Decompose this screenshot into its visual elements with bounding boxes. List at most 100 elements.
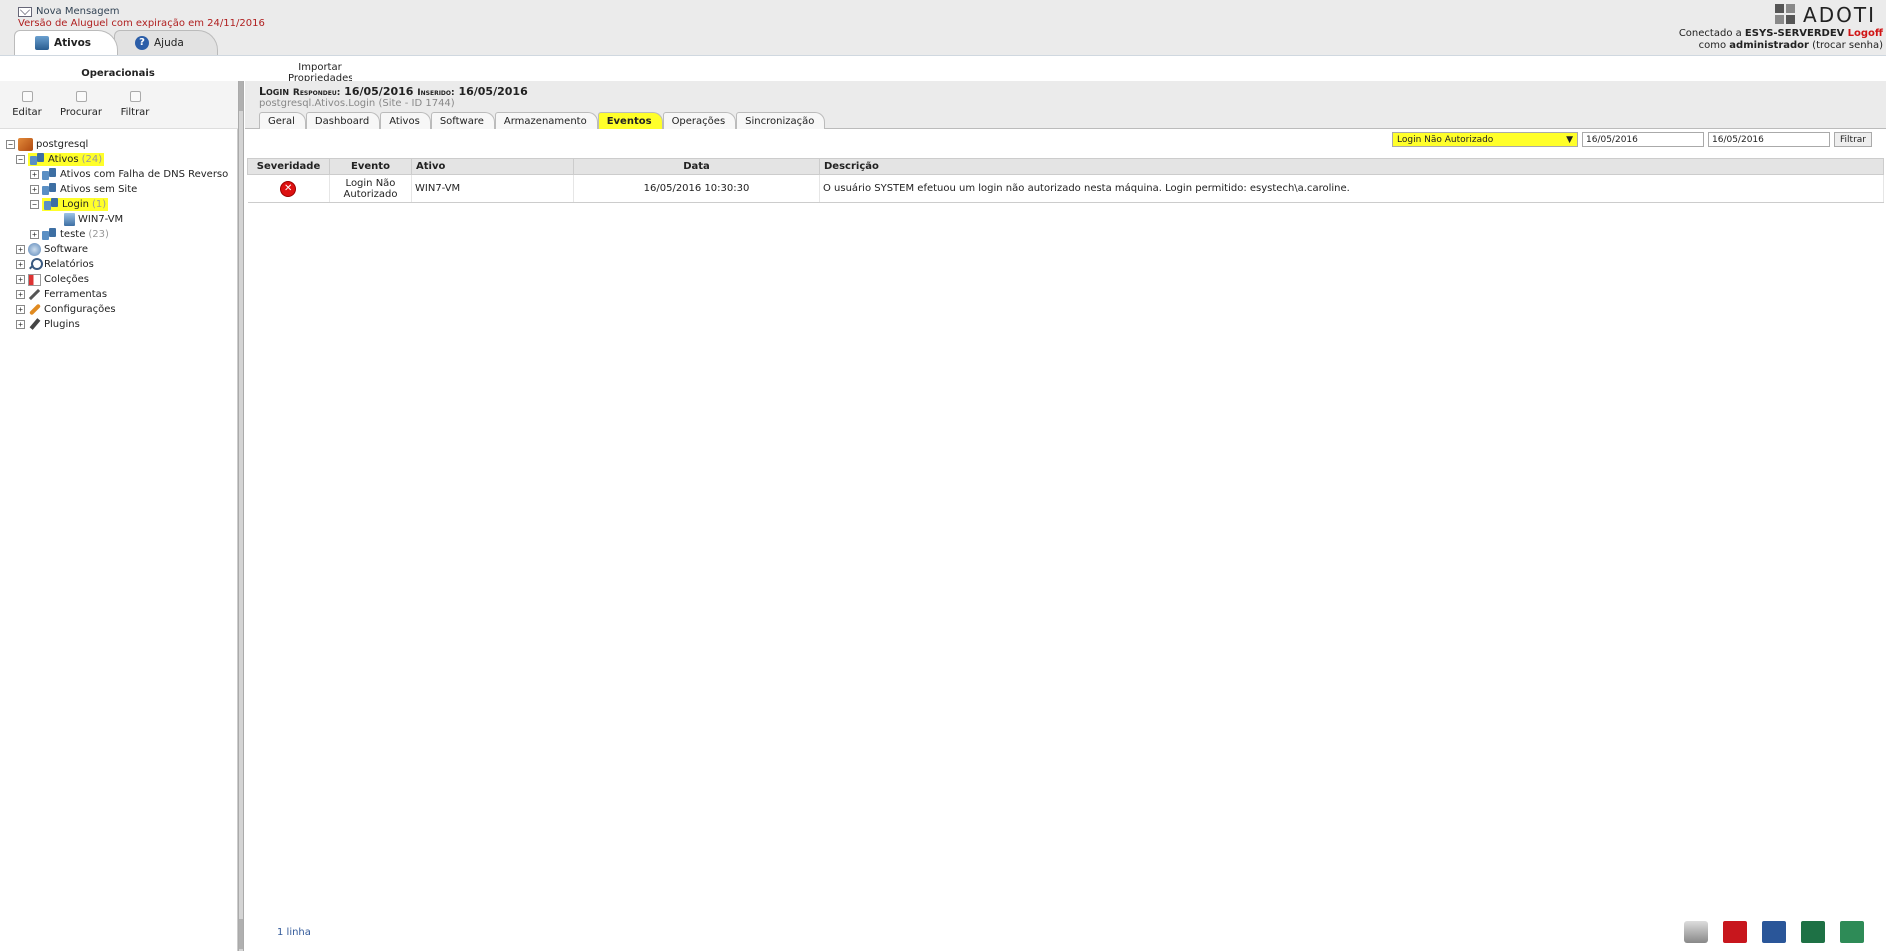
edit-button[interactable]: Editar (0, 81, 54, 128)
expand-icon[interactable]: + (16, 290, 25, 299)
tree-node-colecoes[interactable]: + Coleções (16, 272, 89, 287)
computer-icon (64, 213, 75, 226)
row-count: 1 linha (277, 927, 311, 938)
sidebar: Editar Procurar Filtrar − postgresql − A… (0, 81, 238, 951)
word-icon[interactable] (1762, 921, 1786, 943)
expand-icon[interactable]: + (16, 260, 25, 269)
edit-label: Editar (12, 107, 42, 118)
network-icon (35, 36, 49, 50)
main-panel: Login Respondeu: 16/05/2016 Inserido: 16… (245, 81, 1886, 951)
logoff-link[interactable]: Logoff (1848, 28, 1883, 39)
table-header-row: Severidade Evento Ativo Data Descrição (247, 158, 1884, 175)
col-data[interactable]: Data (573, 158, 820, 175)
tree-node-relatorios[interactable]: + Relatórios (16, 257, 94, 272)
connection-info: Conectado a ESYS-SERVERDEV Logoff (1679, 28, 1883, 39)
tab-sincronizacao[interactable]: Sincronização (736, 112, 826, 129)
page-subtitle: postgresql.Ativos.Login (Site - ID 1744) (259, 98, 455, 109)
tree-label: postgresql (36, 139, 89, 150)
tree-node-configuracoes[interactable]: + Configurações (16, 302, 116, 317)
new-message-link[interactable]: Nova Mensagem (18, 6, 120, 17)
tree-node-nosite[interactable]: + Ativos sem Site (30, 182, 137, 197)
expand-icon[interactable]: + (16, 275, 25, 284)
network-icon (42, 228, 57, 241)
tree-node-dns[interactable]: + Ativos com Falha de DNS Reverso (30, 167, 228, 182)
magnifier-icon (28, 258, 43, 271)
tree-highlight: Login (1) (42, 198, 109, 211)
pdf-icon[interactable] (1723, 921, 1747, 943)
severity-cell: ✕ (247, 174, 330, 203)
table-row[interactable]: ✕ Login Não Autorizado WIN7-VM 16/05/201… (247, 174, 1884, 203)
network-icon (42, 168, 57, 181)
page-title: Login Respondeu: 16/05/2016 Inserido: 16… (259, 85, 528, 98)
tree-label: Login (62, 199, 89, 210)
tab-ativos[interactable]: Ativos (380, 112, 431, 129)
network-icon (42, 183, 57, 196)
expand-icon[interactable]: + (30, 230, 39, 239)
expand-icon[interactable]: + (30, 185, 39, 194)
expand-icon[interactable]: + (30, 170, 39, 179)
excel-icon[interactable] (1801, 921, 1825, 943)
collapse-icon[interactable]: − (6, 140, 15, 149)
tree-node-login[interactable]: − Login (1) (30, 197, 109, 212)
panel-splitter[interactable] (238, 81, 244, 951)
expand-icon[interactable]: + (16, 305, 25, 314)
main-header: Login Respondeu: 16/05/2016 Inserido: 16… (245, 81, 1886, 129)
date-from-input[interactable]: 16/05/2016 (1582, 132, 1704, 147)
search-button[interactable]: Procurar (54, 81, 108, 128)
tree-label: Plugins (44, 319, 80, 330)
tree-count: (23) (88, 229, 109, 240)
col-evento[interactable]: Evento (329, 158, 412, 175)
tab-geral[interactable]: Geral (259, 112, 306, 129)
tools-icon (28, 288, 41, 301)
tab-operacoes[interactable]: Operações (662, 112, 737, 129)
tree-count: (24) (81, 154, 103, 165)
tree-node-software[interactable]: + Software (16, 242, 88, 257)
tree-label: teste (60, 229, 86, 240)
collapse-icon[interactable]: − (30, 200, 39, 209)
event-type-select[interactable]: Login Não Autorizado ▼ (1392, 132, 1578, 147)
tab-ajuda[interactable]: ? Ajuda (114, 30, 218, 55)
title-text: Login (259, 85, 290, 98)
software-icon (28, 243, 41, 256)
tree-node-ferramentas[interactable]: + Ferramentas (16, 287, 107, 302)
tree-label: Ativos (48, 154, 79, 165)
tree-label: Relatórios (44, 259, 94, 270)
col-severidade[interactable]: Severidade (247, 158, 330, 175)
import-properties-button[interactable]: Importar Propriedades (288, 62, 352, 82)
filter-submit-button[interactable]: Filtrar (1834, 132, 1872, 147)
tree-node-postgresql[interactable]: − postgresql (6, 137, 88, 152)
description-cell: O usuário SYSTEM efetuou um login não au… (819, 174, 1884, 203)
tab-dashboard[interactable]: Dashboard (305, 112, 381, 129)
filter-button[interactable]: Filtrar (108, 81, 162, 128)
date-cell: 16/05/2016 10:30:30 (573, 174, 820, 203)
tree-node-win7[interactable]: WIN7-VM (64, 212, 123, 227)
splitter-grip[interactable] (239, 919, 243, 949)
date-to-input[interactable]: 16/05/2016 (1708, 132, 1830, 147)
expand-icon[interactable]: + (16, 320, 25, 329)
col-descricao[interactable]: Descrição (819, 158, 1884, 175)
tab-armazenamento[interactable]: Armazenamento (494, 112, 598, 129)
tree-node-plugins[interactable]: + Plugins (16, 317, 80, 332)
plugin-icon (28, 318, 41, 331)
wrench-icon (28, 303, 41, 316)
tree-label: Ativos sem Site (60, 184, 138, 195)
as-prefix: como (1698, 40, 1730, 51)
collapse-icon[interactable]: − (16, 155, 25, 164)
change-password-link[interactable]: (trocar senha) (1812, 40, 1883, 51)
logo-mark-icon (1775, 4, 1797, 26)
tree-node-ativos[interactable]: − Ativos (24) (16, 152, 105, 167)
responded-label: Respondeu: (292, 88, 341, 98)
tree-highlight: Ativos (24) (28, 153, 105, 166)
tree-node-teste[interactable]: + teste (23) (30, 227, 109, 242)
csv-icon[interactable] (1840, 921, 1864, 943)
tab-software[interactable]: Software (430, 112, 495, 129)
database-icon (18, 138, 33, 151)
tab-ativos[interactable]: Ativos (14, 30, 118, 55)
expand-icon[interactable]: + (16, 245, 25, 254)
connected-prefix: Conectado a (1678, 28, 1745, 39)
tree-label: Software (44, 244, 89, 255)
printer-icon[interactable] (1684, 921, 1708, 943)
splitter-grip[interactable] (239, 81, 243, 111)
col-ativo[interactable]: Ativo (411, 158, 574, 175)
tab-eventos[interactable]: Eventos (597, 112, 663, 129)
